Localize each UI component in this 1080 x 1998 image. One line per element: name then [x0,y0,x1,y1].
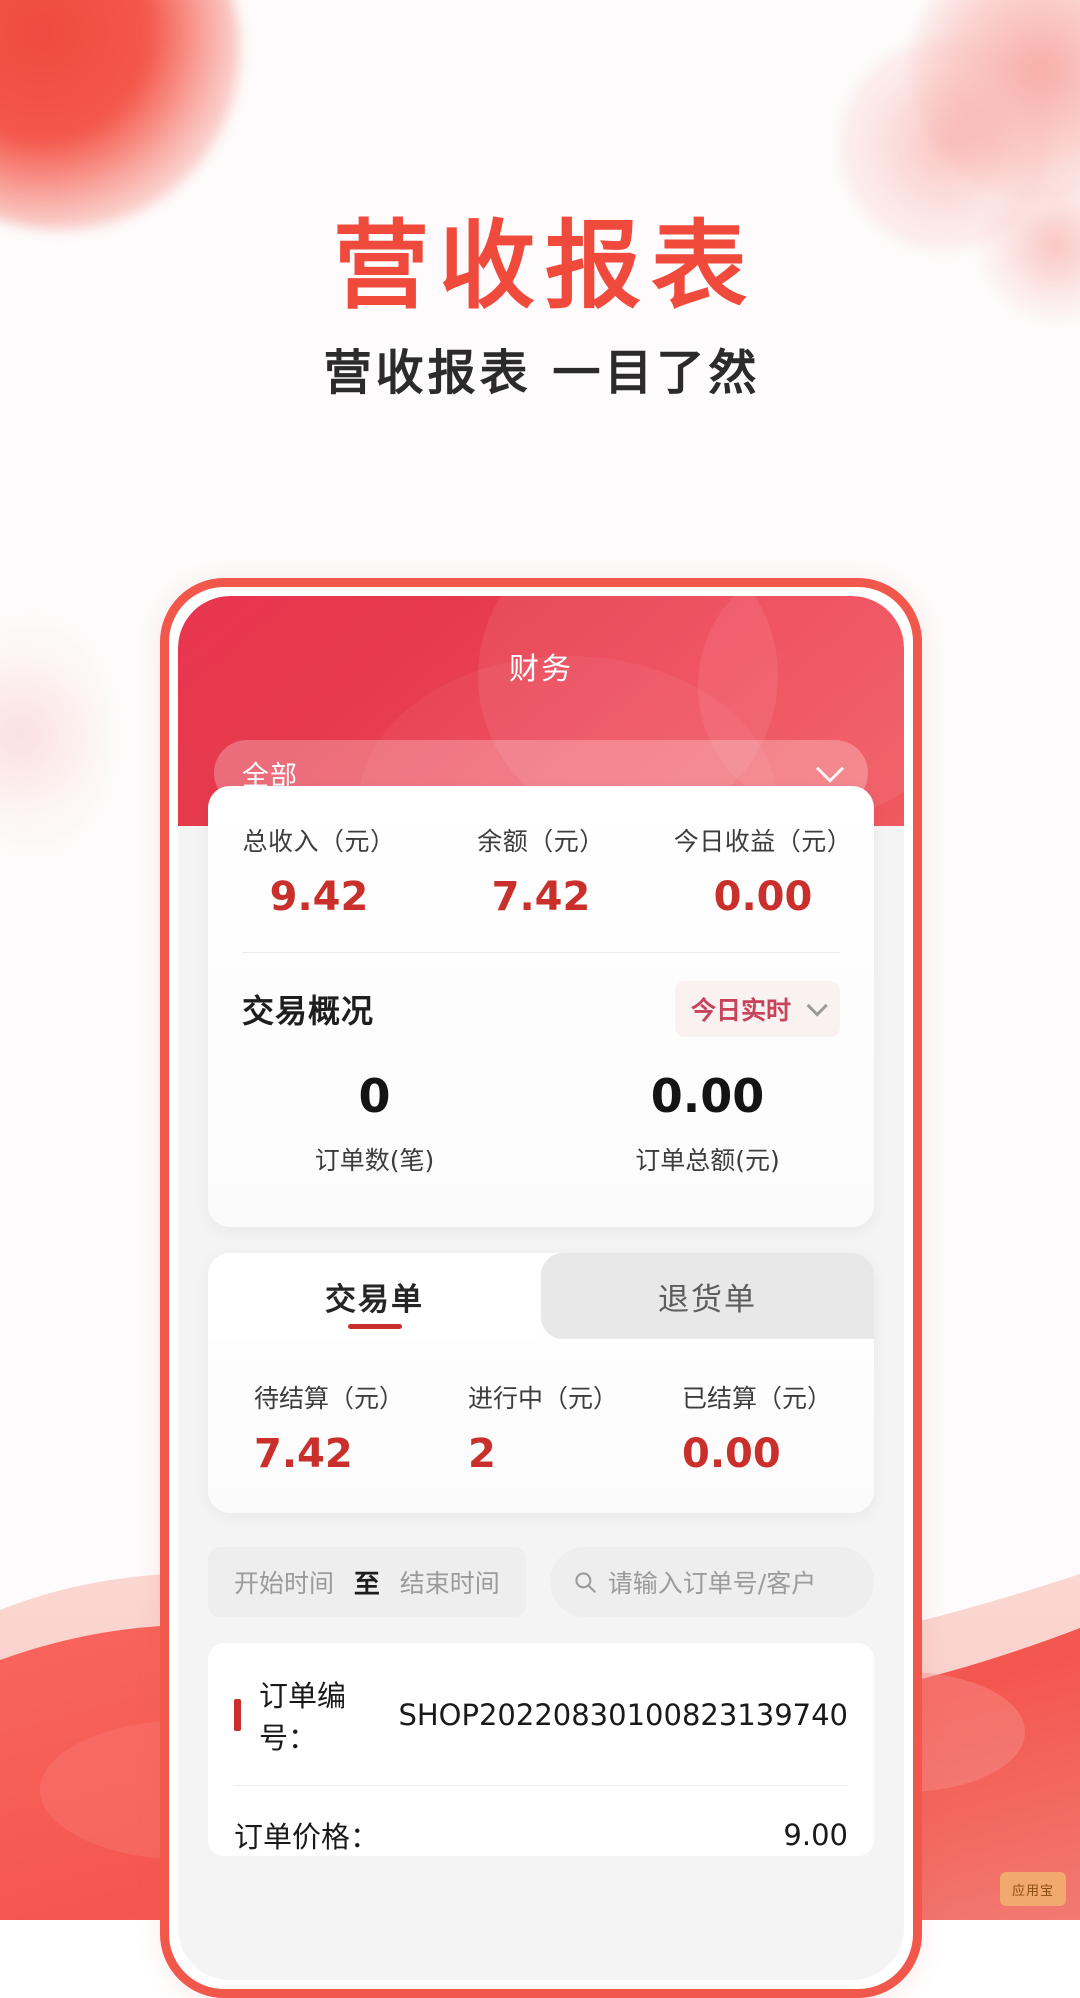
order-price-row: 订单价格： 9.00 [208,1786,874,1856]
phone-screen: 财务 全部 总收入（元） 9.42 余额（元） 7.42 今日收益（元） 0.0… [178,596,904,1980]
metric-label: 订单数(笔) [314,1146,435,1175]
stat-value: 9.42 [269,874,369,920]
orders-card: 交易单 退货单 待结算（元） 7.42 进行中（元） 2 已结算（元） 0.00 [208,1253,874,1513]
page-subtitle: 营收报表 一目了然 [323,344,761,401]
metric-order-amount: 0.00 订单总额(元) [541,1069,874,1177]
start-time-input[interactable]: 开始时间 [234,1564,334,1600]
range-separator: 至 [353,1569,380,1600]
page-title: 营收报表 [333,210,757,322]
settlement-caption: 已结算（元） [682,1384,833,1413]
order-number-value: SHOP20220830100823139740 [398,1698,848,1732]
stat-caption: 总收入（元） [242,827,396,856]
overview-stat-row: 总收入（元） 9.42 余额（元） 7.42 今日收益（元） 0.00 [208,822,874,920]
tab-return-orders[interactable]: 退货单 [541,1253,874,1339]
chevron-down-icon [806,994,828,1017]
metric-value: 0.00 [650,1069,765,1123]
settlement-settled: 已结算（元） 0.00 [660,1379,874,1477]
metric-value: 0 [358,1069,391,1123]
transaction-overview-header: 交易概况 今日实时 [208,953,874,1037]
stat-value: 7.42 [491,874,591,920]
metric-label: 订单总额(元) [635,1146,780,1175]
tab-label: 退货单 [658,1281,757,1318]
order-price-value: 9.00 [783,1818,848,1852]
blob-mid-left [0,620,110,850]
order-number-row: 订单编号： SHOP20220830100823139740 [208,1673,874,1757]
order-number-label: 订单编号： [259,1679,347,1755]
stat-balance: 余额（元） 7.42 [430,822,652,920]
settlement-value: 2 [468,1431,496,1477]
metric-order-count: 0 订单数(笔) [208,1069,541,1177]
search-icon [575,1572,596,1593]
end-time-input[interactable]: 结束时间 [400,1564,500,1600]
order-type-tabs: 交易单 退货单 [208,1253,874,1339]
stat-caption: 今日收益（元） [673,827,853,856]
phone-mockup: 财务 全部 总收入（元） 9.42 余额（元） 7.42 今日收益（元） 0.0… [160,578,922,1998]
transaction-overview-title: 交易概况 [242,992,375,1030]
tab-transaction-orders[interactable]: 交易单 [208,1253,541,1339]
settlement-value: 7.42 [254,1431,353,1477]
settlement-value: 0.00 [682,1431,781,1477]
chevron-down-icon [815,754,845,783]
order-price-label: 订单价格： [234,1820,380,1854]
settlement-in-progress: 进行中（元） 2 [446,1379,660,1477]
stat-caption: 余额（元） [477,827,605,856]
watermark-badge: 应用宝 [1000,1872,1066,1906]
app-title: 财务 [509,652,573,687]
promo-headline: 营收报表 营收报表 一目了然 [0,210,1080,402]
overview-card: 总收入（元） 9.42 余额（元） 7.42 今日收益（元） 0.00 交易概况… [208,786,874,1227]
stat-value: 0.00 [713,874,813,920]
blob-top-left [0,0,240,230]
search-input[interactable]: 请输入订单号/客户 [608,1564,816,1600]
settlement-stat-row: 待结算（元） 7.42 进行中（元） 2 已结算（元） 0.00 [208,1339,874,1477]
order-accent-bar [234,1699,241,1731]
stat-today-income: 今日收益（元） 0.00 [652,822,874,920]
search-box[interactable]: 请输入订单号/客户 [549,1547,874,1617]
transaction-metrics: 0 订单数(笔) 0.00 订单总额(元) [208,1037,874,1219]
period-filter-label: 今日实时 [690,996,791,1025]
tab-active-underline [347,1324,402,1329]
settlement-pending: 待结算（元） 7.42 [208,1379,446,1477]
settlement-caption: 待结算（元） [254,1384,405,1413]
filter-row: 开始时间 至 结束时间 请输入订单号/客户 [208,1547,874,1617]
stat-total-income: 总收入（元） 9.42 [208,822,430,920]
watermark-text: 应用宝 [1011,1883,1054,1899]
tab-label: 交易单 [325,1281,424,1318]
period-filter-chip[interactable]: 今日实时 [674,981,840,1037]
date-range-picker[interactable]: 开始时间 至 结束时间 [208,1547,526,1617]
settlement-caption: 进行中（元） [468,1384,619,1413]
order-list-item[interactable]: 订单编号： SHOP20220830100823139740 订单价格： 9.0… [208,1643,874,1856]
